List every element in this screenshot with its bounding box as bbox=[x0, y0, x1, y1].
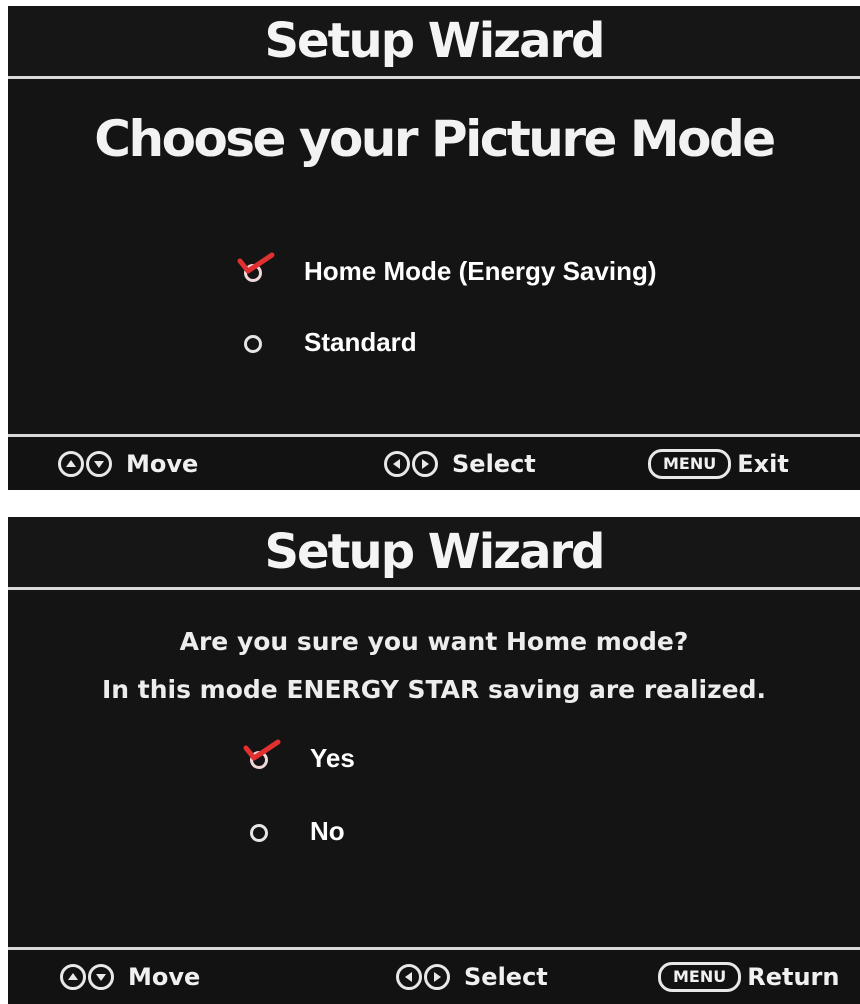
option-label: Yes bbox=[310, 742, 355, 773]
option-label: Standard bbox=[304, 326, 417, 357]
option-yes[interactable]: Yes bbox=[242, 738, 355, 778]
menu-key-icon: MENU bbox=[658, 962, 742, 992]
home-mode-confirm-screen: Setup Wizard Are you sure you want Home … bbox=[8, 517, 860, 1004]
down-arrow-icon bbox=[86, 451, 112, 477]
radio-selected-icon bbox=[236, 251, 275, 291]
hint-move: Move bbox=[60, 950, 200, 1004]
radio-unselected-icon bbox=[242, 811, 276, 851]
footer-hint-bar: Move Select MENU Return bbox=[8, 947, 860, 1004]
hint-move-label: Move bbox=[128, 963, 201, 991]
radio-selected-icon bbox=[242, 738, 281, 778]
energy-star-note: In this mode ENERGY STAR saving are real… bbox=[101, 675, 767, 704]
title-bar: Setup Wizard bbox=[8, 6, 860, 79]
wizard-title: Setup Wizard bbox=[264, 524, 605, 580]
confirm-question: Are you sure you want Home mode? bbox=[179, 627, 689, 656]
up-arrow-icon bbox=[58, 451, 84, 477]
option-no[interactable]: No bbox=[242, 811, 345, 851]
hint-select: Select bbox=[384, 437, 536, 490]
hint-menu: MENU Exit bbox=[648, 437, 789, 490]
option-label: No bbox=[310, 815, 345, 846]
up-arrow-icon bbox=[60, 964, 86, 990]
left-arrow-icon bbox=[396, 964, 422, 990]
option-label: Home Mode (Energy Saving) bbox=[304, 255, 657, 286]
picture-mode-screen: Setup Wizard Choose your Picture Mode Ho… bbox=[8, 6, 860, 490]
hint-menu: MENU Return bbox=[658, 950, 839, 1004]
down-arrow-icon bbox=[88, 964, 114, 990]
menu-key-icon: MENU bbox=[648, 449, 732, 479]
hint-select: Select bbox=[396, 950, 548, 1004]
hint-menu-action: Exit bbox=[737, 450, 789, 478]
hint-select-label: Select bbox=[452, 450, 536, 478]
wizard-title: Setup Wizard bbox=[264, 13, 605, 69]
radio-unselected-icon bbox=[236, 322, 270, 362]
hint-select-label: Select bbox=[464, 963, 548, 991]
hint-move: Move bbox=[58, 437, 198, 490]
option-home-mode[interactable]: Home Mode (Energy Saving) bbox=[236, 251, 657, 291]
hint-move-label: Move bbox=[126, 450, 199, 478]
footer-hint-bar: Move Select MENU Exit bbox=[8, 434, 860, 490]
right-arrow-icon bbox=[412, 451, 438, 477]
title-bar: Setup Wizard bbox=[8, 517, 860, 590]
red-checkmark-icon bbox=[243, 739, 281, 761]
hint-menu-action: Return bbox=[747, 963, 840, 991]
right-arrow-icon bbox=[424, 964, 450, 990]
option-standard[interactable]: Standard bbox=[236, 322, 417, 362]
page-heading: Choose your Picture Mode bbox=[94, 110, 776, 168]
left-arrow-icon bbox=[384, 451, 410, 477]
red-checkmark-icon bbox=[237, 252, 275, 274]
